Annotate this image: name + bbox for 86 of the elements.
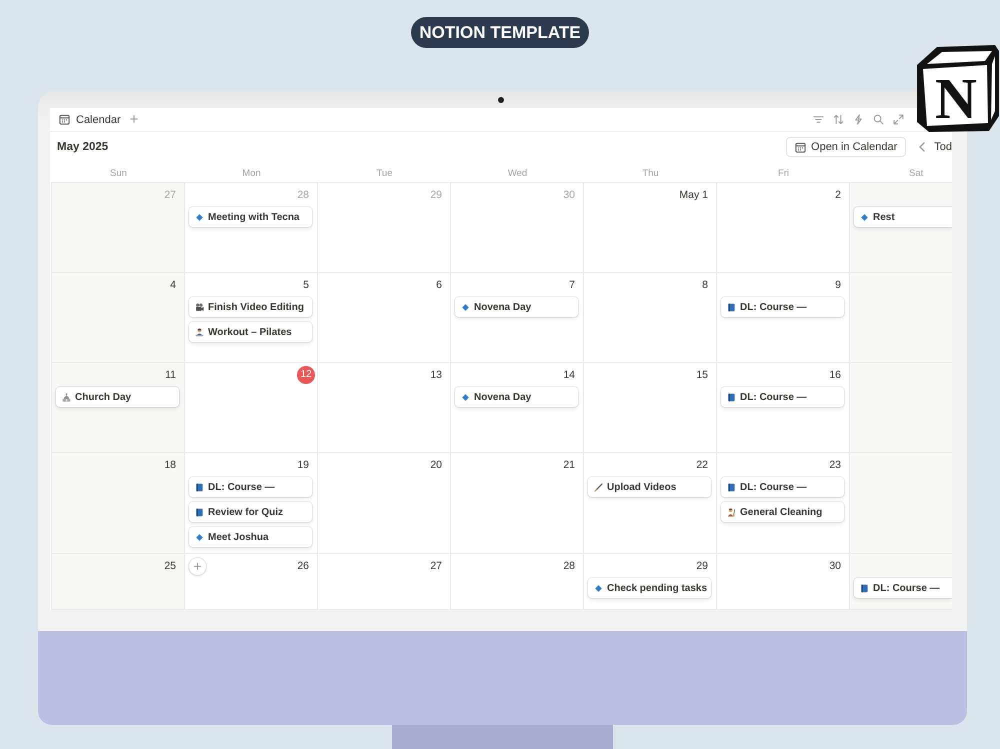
weekday-label: Thu bbox=[642, 168, 659, 179]
event-card[interactable]: Meet Joshua bbox=[189, 527, 312, 547]
book-icon bbox=[727, 392, 736, 402]
date-number: 28 bbox=[563, 559, 575, 574]
book-icon bbox=[727, 482, 736, 492]
open-in-calendar-button[interactable]: Open in Calendar bbox=[786, 137, 906, 157]
church-icon bbox=[62, 392, 71, 402]
sort-icon[interactable] bbox=[833, 114, 844, 125]
date-number: 25 bbox=[164, 559, 176, 574]
book-icon bbox=[195, 508, 204, 516]
weekday-label: Tue bbox=[376, 168, 393, 179]
book-icon bbox=[860, 584, 869, 592]
person-laptop-icon bbox=[195, 328, 204, 336]
pencil-icon bbox=[594, 482, 603, 492]
template-badge: NOTION TEMPLATE bbox=[411, 17, 589, 48]
event-card[interactable]: General Cleaning bbox=[721, 502, 844, 522]
today-button[interactable]: Tod bbox=[934, 141, 952, 153]
date-number: 4 bbox=[170, 278, 176, 293]
event-card[interactable]: DL: Course — bbox=[189, 477, 312, 497]
event-card[interactable]: DL: Course — bbox=[854, 578, 952, 598]
date-number: 22 bbox=[696, 458, 708, 473]
date-number: 30 bbox=[563, 188, 575, 203]
event-card[interactable]: Workout – Pilates bbox=[189, 322, 312, 342]
event-card[interactable]: Upload Videos bbox=[588, 477, 711, 497]
weekday-label: Fri bbox=[778, 168, 790, 179]
date-number: 29 bbox=[430, 188, 442, 203]
date-number: 19 bbox=[297, 458, 309, 473]
event-card[interactable]: Novena Day bbox=[455, 387, 578, 407]
diamond-icon bbox=[461, 392, 470, 402]
diamond-icon bbox=[461, 302, 470, 312]
date-number: 20 bbox=[430, 458, 442, 473]
date-number: 5 bbox=[303, 278, 309, 293]
date-number: 30 bbox=[829, 559, 841, 574]
date-number: 16 bbox=[829, 368, 841, 383]
date-number: 8 bbox=[702, 278, 708, 293]
date-number: 21 bbox=[563, 458, 575, 473]
date-number: 27 bbox=[164, 188, 176, 203]
event-card[interactable]: Church Day bbox=[56, 387, 179, 407]
chevron-left-icon[interactable] bbox=[918, 142, 926, 152]
calendar-icon bbox=[59, 114, 70, 125]
book-icon bbox=[195, 482, 204, 492]
weekday-label: Sat bbox=[909, 168, 924, 179]
cube-logo: N bbox=[915, 45, 1000, 133]
event-card[interactable]: DL: Course — bbox=[721, 477, 844, 497]
weekday-label: Mon bbox=[242, 168, 261, 179]
diamond-icon bbox=[195, 212, 204, 222]
calendar-view-tab[interactable]: Calendar bbox=[59, 114, 121, 126]
event-card[interactable]: DL: Course — bbox=[721, 297, 844, 317]
person-broom-icon bbox=[727, 508, 736, 516]
movie-camera-icon bbox=[195, 302, 204, 312]
date-number: 27 bbox=[430, 559, 442, 574]
book-icon bbox=[727, 302, 736, 312]
date-number: 2 bbox=[835, 188, 841, 203]
date-number: 23 bbox=[829, 458, 841, 473]
calendar-icon bbox=[795, 142, 806, 152]
date-number: 29 bbox=[696, 559, 708, 574]
weekday-label: Sun bbox=[110, 168, 127, 179]
date-number: 7 bbox=[569, 278, 575, 293]
date-number: 11 bbox=[165, 368, 176, 383]
date-number: 26 bbox=[297, 559, 309, 574]
lightning-icon[interactable] bbox=[853, 114, 864, 125]
webcam-dot bbox=[498, 97, 504, 103]
date-number: 18 bbox=[164, 458, 176, 473]
diamond-icon bbox=[860, 212, 869, 222]
date-number: 28 bbox=[297, 188, 309, 203]
event-card[interactable]: Rest bbox=[854, 207, 952, 227]
date-number: 6 bbox=[436, 278, 442, 293]
event-card[interactable]: Check pending tasks bbox=[588, 578, 711, 598]
date-number: May 1 bbox=[679, 188, 708, 203]
expand-icon[interactable] bbox=[893, 114, 904, 125]
event-card[interactable]: DL: Course — bbox=[721, 387, 844, 407]
month-title: May 2025 bbox=[57, 141, 108, 153]
diamond-icon bbox=[195, 532, 204, 542]
date-number: 15 bbox=[696, 368, 708, 383]
diamond-icon bbox=[594, 584, 603, 592]
event-card[interactable]: Novena Day bbox=[455, 297, 578, 317]
date-number: 14 bbox=[563, 368, 575, 383]
date-number: 13 bbox=[430, 368, 442, 383]
filter-icon[interactable] bbox=[813, 114, 824, 125]
event-card[interactable]: Meeting with Tecna bbox=[189, 207, 312, 227]
weekday-label: Wed bbox=[508, 168, 528, 179]
date-number: 9 bbox=[835, 278, 841, 293]
event-card[interactable]: Finish Video Editing bbox=[189, 297, 312, 317]
event-card[interactable]: Review for Quiz bbox=[189, 502, 312, 522]
search-icon[interactable] bbox=[873, 114, 884, 125]
today-date-number: 12 bbox=[297, 366, 315, 384]
